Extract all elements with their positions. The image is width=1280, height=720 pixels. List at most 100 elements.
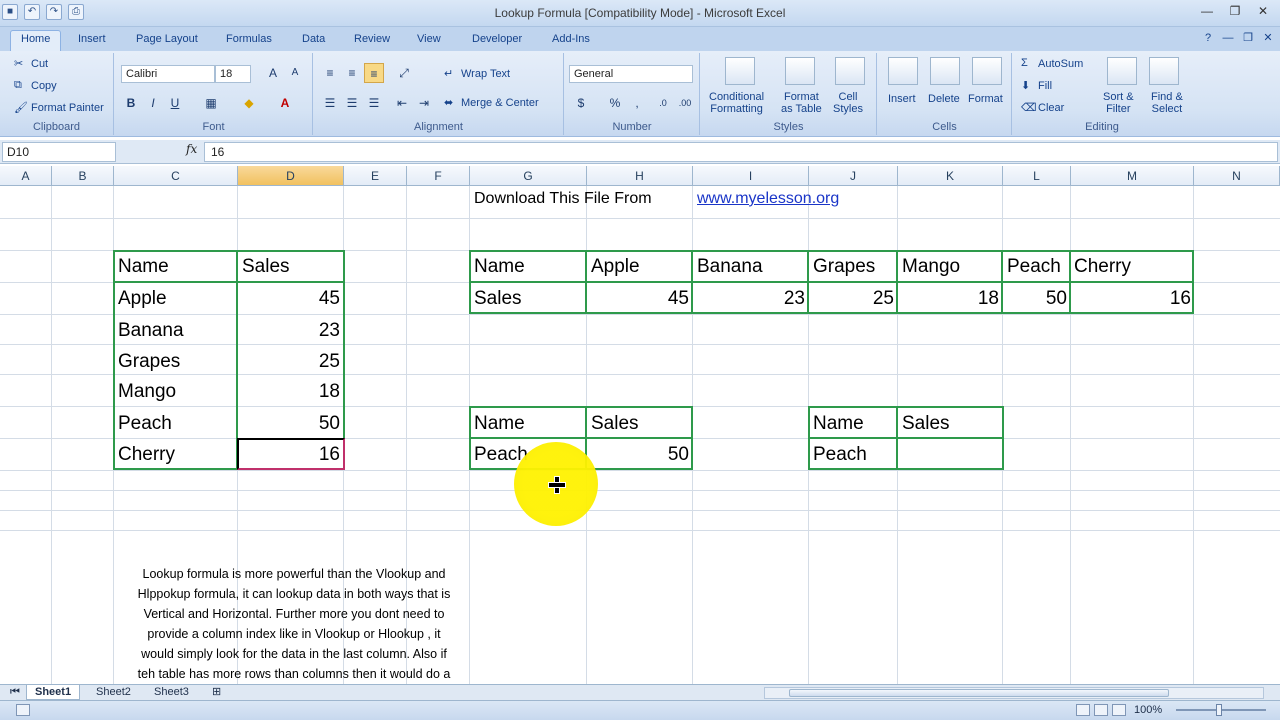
vtable-sales-cell[interactable]: 25 [240, 347, 340, 377]
spreadsheet-grid[interactable]: A B C D E F G H I J K L M N Download Thi… [0, 166, 1280, 684]
comma-icon[interactable]: , [627, 93, 647, 113]
font-family-select[interactable]: Calibri [121, 65, 215, 83]
vtable-name-cell[interactable]: Grapes [118, 347, 180, 377]
tab-formulas[interactable]: Formulas [216, 31, 282, 47]
first-sheet-nav-icon[interactable]: ⏮ [2, 685, 28, 700]
column-header-i[interactable]: I [693, 166, 809, 186]
htable-row1-cell[interactable]: Mango [902, 252, 960, 282]
find-select-button[interactable]: Find & Select [1151, 91, 1183, 115]
bold-button[interactable]: B [121, 93, 141, 113]
column-header-e[interactable]: E [344, 166, 407, 186]
format-as-table-button[interactable]: Format as Table [781, 91, 822, 115]
align-top-icon[interactable]: ≡ [320, 63, 340, 83]
format-painter-button[interactable]: 🖌 Format Painter [14, 101, 104, 115]
column-header-c[interactable]: C [114, 166, 238, 186]
number-format-select[interactable]: General [569, 65, 693, 83]
increase-indent-icon[interactable]: ⇥ [414, 93, 434, 113]
htable-row2-cell[interactable]: 16 [1074, 284, 1191, 314]
tab-data[interactable]: Data [292, 31, 335, 47]
normal-view-icon[interactable] [1076, 704, 1090, 716]
clear-button[interactable]: ⌫Clear [1021, 101, 1064, 115]
shrink-font-button[interactable]: A [285, 63, 305, 83]
htable-row1-cell[interactable]: Cherry [1074, 252, 1131, 282]
tab-review[interactable]: Review [344, 31, 400, 47]
column-header-b[interactable]: B [52, 166, 114, 186]
align-center-icon[interactable]: ☰ [342, 93, 362, 113]
column-header-a[interactable]: A [0, 166, 52, 186]
htable-row2-cell[interactable]: 45 [590, 284, 689, 314]
borders-icon[interactable]: ▦ [201, 93, 221, 113]
download-link[interactable]: www.myelesson.org [697, 184, 839, 214]
vtable-name-cell[interactable]: Mango [118, 377, 176, 407]
page-layout-view-icon[interactable] [1094, 704, 1108, 716]
zoom-slider-knob[interactable] [1216, 704, 1222, 716]
tab-add-ins[interactable]: Add-Ins [542, 31, 600, 47]
align-middle-icon[interactable]: ≡ [342, 63, 362, 83]
insert-cells-button[interactable]: Insert [888, 93, 916, 105]
fill-color-icon[interactable]: ◆ [239, 93, 259, 113]
vtable-name-cell[interactable]: Apple [118, 284, 167, 314]
help-icon[interactable]: ? [1200, 30, 1216, 46]
vtable-header-sales[interactable]: Sales [242, 252, 290, 282]
htable-row2-cell[interactable]: 18 [901, 284, 999, 314]
page-break-view-icon[interactable] [1112, 704, 1126, 716]
vtable-name-cell[interactable]: Cherry [118, 440, 175, 470]
formula-input[interactable]: 16 [204, 142, 1278, 162]
italic-button[interactable]: I [143, 93, 163, 113]
autosum-button[interactable]: Σ AutoSum [1021, 57, 1083, 71]
htable-row2-cell[interactable]: 50 [1006, 284, 1067, 314]
vtable-sales-cell[interactable]: 18 [240, 377, 340, 407]
align-left-icon[interactable]: ☰ [320, 93, 340, 113]
tab-page-layout[interactable]: Page Layout [126, 31, 208, 47]
workbook-close-icon[interactable]: ✕ [1260, 30, 1276, 46]
cell-styles-button[interactable]: Cell Styles [833, 91, 863, 115]
underline-button[interactable]: U [165, 93, 185, 113]
lookup2-header-name[interactable]: Name [813, 409, 864, 439]
htable-row1-cell[interactable]: Grapes [813, 252, 875, 282]
column-header-k[interactable]: K [898, 166, 1003, 186]
ribbon-minimize-icon[interactable]: — [1220, 30, 1236, 46]
active-cell-value[interactable]: 16 [240, 440, 340, 470]
copy-button[interactable]: ⧉ Copy [14, 79, 57, 93]
vtable-sales-cell[interactable]: 45 [240, 284, 340, 314]
increase-decimal-icon[interactable]: .0 [653, 93, 673, 113]
tab-developer[interactable]: Developer [462, 31, 532, 47]
lookup1-header-sales[interactable]: Sales [591, 409, 639, 439]
sheet-tab-2[interactable]: Sheet2 [88, 685, 139, 700]
ribbon-restore-icon[interactable]: ❐ [1240, 30, 1256, 46]
htable-row1-cell[interactable]: Banana [697, 252, 763, 282]
format-cells-button[interactable]: Format [968, 93, 1003, 105]
insert-function-icon[interactable]: fx [186, 142, 197, 156]
lookup1-sales-cell[interactable]: 50 [590, 440, 689, 470]
htable-row1-cell[interactable]: Peach [1007, 252, 1061, 282]
minimize-button[interactable]: — [1194, 2, 1220, 20]
currency-icon[interactable]: $ [571, 93, 591, 113]
close-button[interactable]: ✕ [1250, 2, 1276, 20]
column-header-n[interactable]: N [1194, 166, 1280, 186]
macro-record-icon[interactable] [16, 704, 30, 716]
font-color-icon[interactable]: A [275, 93, 295, 113]
conditional-formatting-button[interactable]: Conditional Formatting [709, 91, 764, 115]
htable-row1-cell[interactable]: Name [474, 252, 525, 282]
scroll-thumb[interactable] [789, 689, 1169, 697]
tab-home[interactable]: Home [10, 30, 62, 51]
align-bottom-icon[interactable]: ≡ [364, 63, 384, 83]
tab-insert[interactable]: Insert [68, 31, 116, 47]
merge-center-button[interactable]: ⬌ Merge & Center [444, 96, 539, 110]
column-header-d[interactable]: D [238, 166, 344, 186]
vtable-header-name[interactable]: Name [118, 252, 169, 282]
explanation-textbox[interactable]: Lookup formula is more powerful than the… [116, 564, 472, 684]
decrease-indent-icon[interactable]: ⇤ [392, 93, 412, 113]
grow-font-button[interactable]: A [263, 63, 283, 83]
htable-row1-cell[interactable]: Apple [591, 252, 640, 282]
column-header-l[interactable]: L [1003, 166, 1071, 186]
wrap-text-button[interactable]: ↵ Wrap Text [444, 67, 510, 81]
cut-button[interactable]: ✂ Cut [14, 57, 48, 71]
column-header-m[interactable]: M [1071, 166, 1194, 186]
sheet-tab-1[interactable]: Sheet1 [26, 685, 81, 700]
orientation-icon[interactable]: ⤢ [394, 63, 414, 83]
lookup2-header-sales[interactable]: Sales [902, 409, 950, 439]
sheet-tab-3[interactable]: Sheet3 [146, 685, 197, 700]
align-right-icon[interactable]: ☰ [364, 93, 384, 113]
htable-row2-cell[interactable]: 25 [812, 284, 894, 314]
